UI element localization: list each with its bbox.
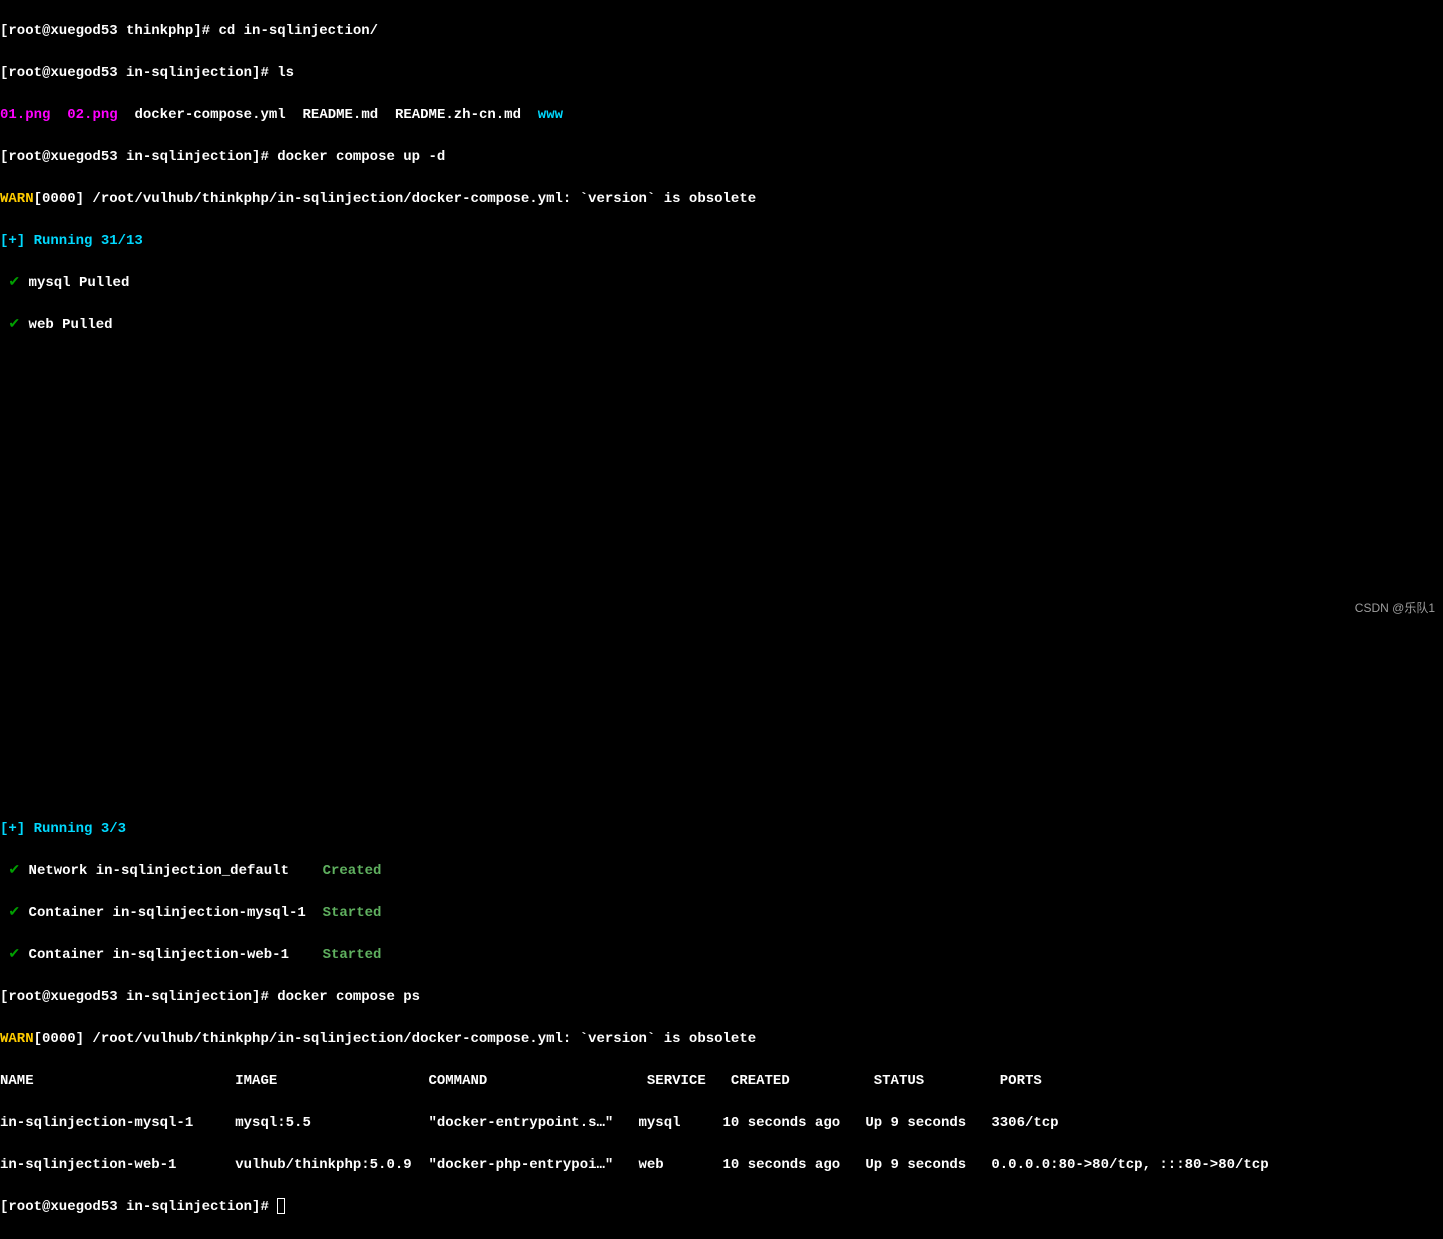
pull-status: ✔ mysql Pulled bbox=[0, 273, 1443, 294]
warn-line: WARN[0000] /root/vulhub/thinkphp/in-sqli… bbox=[0, 189, 1443, 210]
file-image: 02.png bbox=[67, 107, 117, 123]
status-started: Started bbox=[323, 947, 382, 963]
command-line: [root@xuegod53 in-sqlinjection]# docker … bbox=[0, 147, 1443, 168]
running-text: [+] Running 31/13 bbox=[0, 233, 143, 249]
command-text: cd in-sqlinjection/ bbox=[218, 23, 378, 39]
warn-label: WARN bbox=[0, 191, 34, 207]
blank-line bbox=[0, 399, 1443, 420]
resource-status: ✔ Container in-sqlinjection-mysql-1 Star… bbox=[0, 903, 1443, 924]
table-row: in-sqlinjection-mysql-1 mysql:5.5 "docke… bbox=[0, 1113, 1443, 1134]
cursor bbox=[277, 1198, 285, 1214]
pull-status: ✔ web Pulled bbox=[0, 315, 1443, 336]
file-regular: README.zh-cn.md bbox=[395, 107, 521, 123]
prompt: [root@xuegod53 in-sqlinjection]# bbox=[0, 65, 277, 81]
file-image: 01.png bbox=[0, 107, 50, 123]
terminal-output[interactable]: [root@xuegod53 thinkphp]# cd in-sqlinjec… bbox=[0, 0, 1443, 1239]
check-icon: ✔ bbox=[0, 317, 20, 333]
watermark: CSDN @乐队1 bbox=[1355, 598, 1435, 619]
warn-text: [0000] /root/vulhub/thinkphp/in-sqlinjec… bbox=[34, 191, 765, 207]
table-row: in-sqlinjection-web-1 vulhub/thinkphp:5.… bbox=[0, 1155, 1443, 1176]
blank-line bbox=[0, 735, 1443, 756]
check-icon: ✔ bbox=[0, 947, 20, 963]
pull-text: web Pulled bbox=[20, 317, 121, 333]
check-icon: ✔ bbox=[0, 905, 20, 921]
blank-line bbox=[0, 483, 1443, 504]
table-header: NAME IMAGE COMMAND SERVICE CREATED STATU… bbox=[0, 1071, 1443, 1092]
command-text: docker compose up -d bbox=[277, 149, 445, 165]
running-status: [+] Running 31/13 bbox=[0, 231, 1443, 252]
file-regular: README.md bbox=[303, 107, 379, 123]
running-text: [+] Running 3/3 bbox=[0, 821, 126, 837]
resource-text: Container in-sqlinjection-mysql-1 bbox=[20, 905, 322, 921]
blank-line bbox=[0, 609, 1443, 630]
blank-line bbox=[0, 357, 1443, 378]
resource-text: Container in-sqlinjection-web-1 bbox=[20, 947, 322, 963]
pull-text: mysql Pulled bbox=[20, 275, 138, 291]
command-line: [root@xuegod53 in-sqlinjection]# docker … bbox=[0, 987, 1443, 1008]
command-line: [root@xuegod53 in-sqlinjection]# ls bbox=[0, 63, 1443, 84]
check-icon: ✔ bbox=[0, 275, 20, 291]
command-text: docker compose ps bbox=[277, 989, 420, 1005]
blank-line bbox=[0, 567, 1443, 588]
warn-label: WARN bbox=[0, 1031, 34, 1047]
blank-line bbox=[0, 777, 1443, 798]
prompt: [root@xuegod53 in-sqlinjection]# bbox=[0, 1199, 277, 1215]
file-directory: www bbox=[538, 107, 563, 123]
prompt: [root@xuegod53 thinkphp]# bbox=[0, 23, 218, 39]
command-line[interactable]: [root@xuegod53 in-sqlinjection]# bbox=[0, 1197, 1443, 1218]
resource-status: ✔ Container in-sqlinjection-web-1 Starte… bbox=[0, 945, 1443, 966]
command-text: ls bbox=[277, 65, 294, 81]
command-line: [root@xuegod53 thinkphp]# cd in-sqlinjec… bbox=[0, 21, 1443, 42]
check-icon: ✔ bbox=[0, 863, 20, 879]
file-regular: docker-compose.yml bbox=[134, 107, 285, 123]
resource-text: Network in-sqlinjection_default bbox=[20, 863, 322, 879]
blank-line bbox=[0, 651, 1443, 672]
blank-line bbox=[0, 441, 1443, 462]
blank-line bbox=[0, 693, 1443, 714]
ls-output: 01.png 02.png docker-compose.yml README.… bbox=[0, 105, 1443, 126]
status-created: Created bbox=[323, 863, 382, 879]
prompt: [root@xuegod53 in-sqlinjection]# bbox=[0, 989, 277, 1005]
running-status: [+] Running 3/3 bbox=[0, 819, 1443, 840]
resource-status: ✔ Network in-sqlinjection_default Create… bbox=[0, 861, 1443, 882]
blank-line bbox=[0, 525, 1443, 546]
warn-text: [0000] /root/vulhub/thinkphp/in-sqlinjec… bbox=[34, 1031, 765, 1047]
warn-line: WARN[0000] /root/vulhub/thinkphp/in-sqli… bbox=[0, 1029, 1443, 1050]
prompt: [root@xuegod53 in-sqlinjection]# bbox=[0, 149, 277, 165]
status-started: Started bbox=[323, 905, 382, 921]
